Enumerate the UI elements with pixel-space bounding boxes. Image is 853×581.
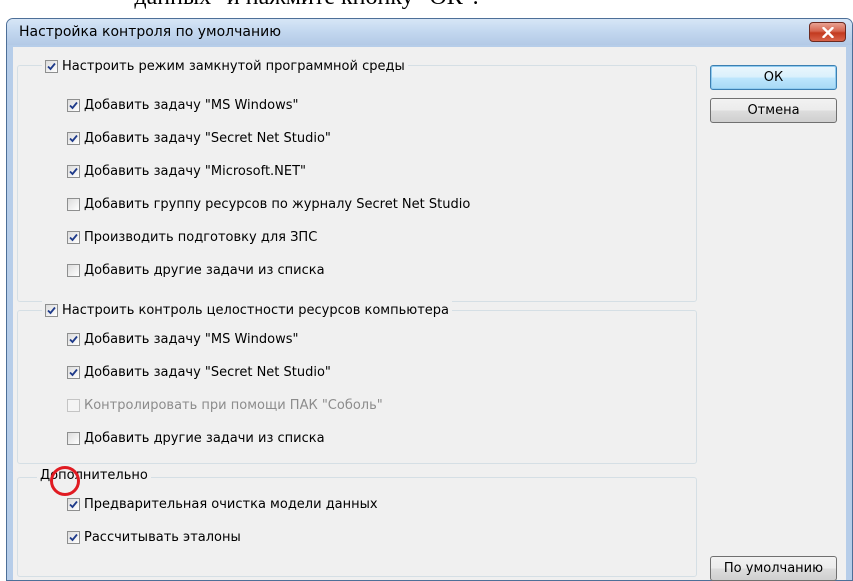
checkbox-calc-standards[interactable]: Рассчитывать эталоны [67, 528, 241, 546]
checkbox-box[interactable] [67, 164, 80, 178]
document-caption: данных" и нажмите кнопку "ОК". [0, 0, 853, 12]
close-icon [822, 27, 834, 38]
check-icon [69, 101, 78, 109]
defaults-button[interactable]: По умолчанию [710, 556, 837, 581]
checkbox-box [67, 398, 80, 412]
check-icon [47, 62, 56, 70]
checkbox-integrity-control[interactable]: Настроить контроль целостности ресурсов … [42, 301, 452, 319]
checkbox-label: Добавить задачу "MS Windows" [84, 331, 299, 347]
checkbox-box[interactable] [67, 497, 80, 511]
checkbox-box[interactable] [67, 197, 80, 211]
checkbox-box[interactable] [67, 230, 80, 244]
checkbox-box[interactable] [67, 131, 80, 145]
ok-button[interactable]: ОК [710, 65, 837, 90]
checkbox-ic-add-task-ms-windows[interactable]: Добавить задачу "MS Windows" [67, 330, 299, 348]
cancel-button[interactable]: Отмена [710, 98, 837, 123]
checkbox-label: Добавить задачу "Secret Net Studio" [84, 130, 331, 146]
checkbox-label: Предварительная очистка модели данных [84, 496, 378, 512]
check-icon [69, 134, 78, 142]
checkbox-sobol-control: Контролировать при помощи ПАК "Соболь" [67, 396, 383, 414]
checkbox-box[interactable] [67, 365, 80, 379]
checkbox-box[interactable] [67, 530, 80, 544]
checkbox-ic-add-task-secret-net[interactable]: Добавить задачу "Secret Net Studio" [67, 363, 331, 381]
checkbox-label: Производить подготовку для ЗПС [84, 229, 318, 245]
dialog-client-area: Настроить режим замкнутой программной ср… [13, 47, 846, 581]
check-icon [69, 533, 78, 541]
checkbox-label: Добавить другие задачи из списка [84, 262, 325, 278]
checkbox-label: Настроить режим замкнутой программной ср… [62, 58, 405, 74]
highlight-annotation-ring [50, 466, 80, 496]
checkbox-label: Настроить контроль целостности ресурсов … [62, 302, 449, 318]
check-icon [69, 368, 78, 376]
check-icon [69, 233, 78, 241]
check-icon [69, 335, 78, 343]
checkbox-box[interactable] [45, 303, 58, 317]
checkbox-box[interactable] [67, 263, 80, 277]
checkbox-label: Добавить задачу "MS Windows" [84, 97, 299, 113]
checkbox-box[interactable] [67, 332, 80, 346]
checkbox-precleanup-data-model[interactable]: Предварительная очистка модели данных [67, 495, 378, 513]
checkbox-box[interactable] [67, 431, 80, 445]
checkbox-add-resource-group-journal[interactable]: Добавить группу ресурсов по журналу Secr… [67, 195, 470, 213]
checkbox-add-task-microsoft-net[interactable]: Добавить задачу "Microsoft.NET" [67, 162, 306, 180]
close-button[interactable] [809, 22, 846, 42]
checkbox-box[interactable] [45, 59, 58, 73]
checkbox-label: Добавить другие задачи из списка [84, 430, 325, 446]
checkbox-label: Контролировать при помощи ПАК "Соболь" [84, 397, 383, 413]
group-additional [17, 477, 697, 577]
checkbox-label: Добавить задачу "Secret Net Studio" [84, 364, 331, 380]
checkbox-ic-add-other-tasks[interactable]: Добавить другие задачи из списка [67, 429, 325, 447]
dialog-title: Настройка контроля по умолчанию [19, 24, 282, 40]
checkbox-closed-software-env[interactable]: Настроить режим замкнутой программной ср… [42, 57, 408, 75]
checkbox-add-task-secret-net[interactable]: Добавить задачу "Secret Net Studio" [67, 129, 331, 147]
checkbox-box[interactable] [67, 98, 80, 112]
checkbox-prepare-zps[interactable]: Производить подготовку для ЗПС [67, 228, 317, 246]
check-icon [47, 306, 56, 314]
checkbox-add-other-tasks[interactable]: Добавить другие задачи из списка [67, 261, 325, 279]
checkbox-label: Добавить группу ресурсов по журналу Secr… [84, 196, 471, 212]
title-bar[interactable]: Настройка контроля по умолчанию [7, 19, 852, 45]
check-icon [69, 167, 78, 175]
dialog-window: Настройка контроля по умолчанию Настроит… [6, 18, 853, 581]
check-icon [69, 500, 78, 508]
checkbox-add-task-ms-windows[interactable]: Добавить задачу "MS Windows" [67, 96, 299, 114]
checkbox-label: Добавить задачу "Microsoft.NET" [84, 163, 307, 179]
checkbox-label: Рассчитывать эталоны [84, 529, 241, 545]
